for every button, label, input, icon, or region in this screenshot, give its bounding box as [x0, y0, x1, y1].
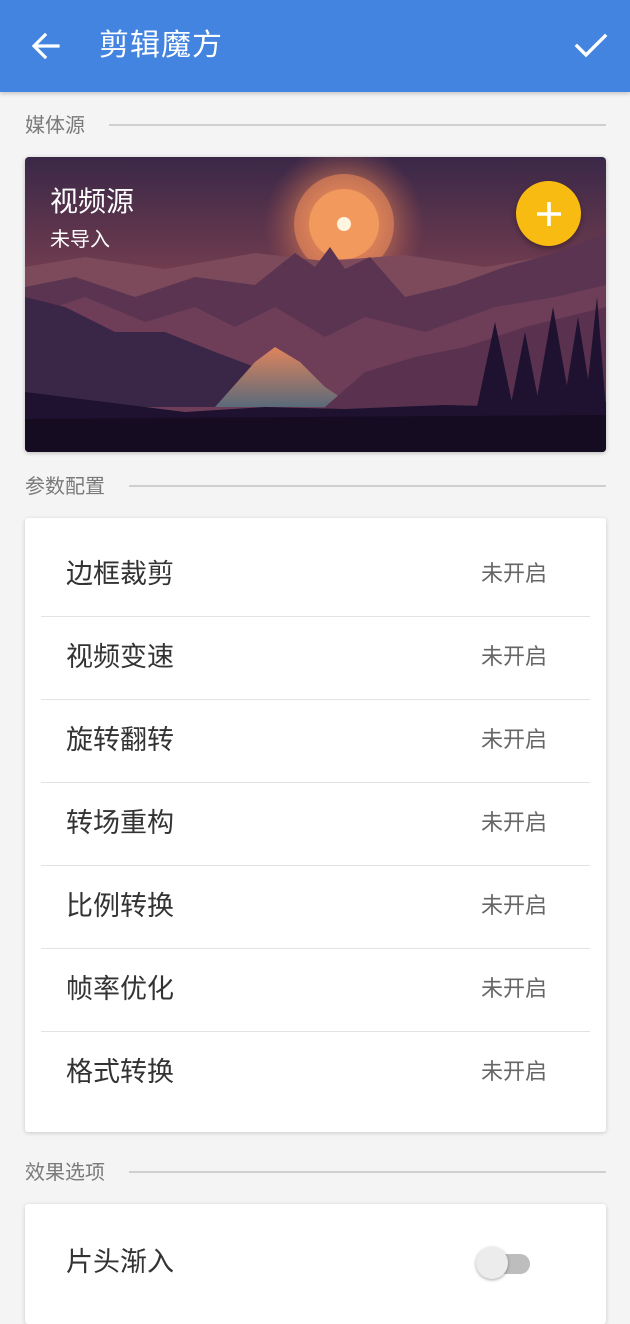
- media-section-header: 媒体源: [25, 111, 606, 139]
- param-row-format[interactable]: 格式转换 未开启: [41, 1032, 590, 1115]
- param-status: 未开启: [480, 728, 547, 753]
- add-video-button[interactable]: [516, 181, 581, 246]
- video-source-card[interactable]: 视频源 未导入: [25, 157, 606, 452]
- param-label: 视频变速: [66, 642, 174, 673]
- video-source-title: 视频源: [50, 185, 135, 218]
- params-card: 边框裁剪 未开启 视频变速 未开启 旋转翻转 未开启 转场重构 未开启 比例转换…: [25, 518, 606, 1132]
- param-status: 未开启: [480, 894, 547, 919]
- check-icon[interactable]: [572, 28, 610, 64]
- param-status: 未开启: [480, 811, 547, 836]
- plus-icon: [536, 201, 561, 226]
- page-title: 剪辑魔方: [99, 28, 223, 63]
- param-label: 边框裁剪: [66, 559, 174, 590]
- params-section-header: 参数配置: [25, 472, 606, 500]
- video-source-status: 未导入: [50, 227, 110, 251]
- param-row-speed[interactable]: 视频变速 未开启: [41, 617, 590, 700]
- arrow-left-icon[interactable]: [28, 28, 64, 64]
- param-status: 未开启: [480, 1060, 547, 1085]
- effects-section-label: 效果选项: [25, 1160, 105, 1184]
- divider: [109, 124, 606, 126]
- effects-section-header: 效果选项: [25, 1158, 606, 1186]
- param-row-aspect-ratio[interactable]: 比例转换 未开启: [41, 866, 590, 949]
- param-label: 转场重构: [66, 808, 174, 839]
- divider: [129, 1171, 606, 1173]
- app-bar: 剪辑魔方: [0, 0, 630, 92]
- param-label: 帧率优化: [66, 974, 174, 1005]
- param-status: 未开启: [480, 562, 547, 587]
- param-status: 未开启: [480, 645, 547, 670]
- param-row-rotate-flip[interactable]: 旋转翻转 未开启: [41, 700, 590, 783]
- effect-label-fade-in: 片头渐入: [66, 1247, 174, 1278]
- param-row-border-crop[interactable]: 边框裁剪 未开启: [41, 534, 590, 617]
- param-label: 格式转换: [66, 1057, 174, 1088]
- media-section-label: 媒体源: [25, 113, 85, 137]
- divider: [129, 485, 606, 487]
- params-section-label: 参数配置: [25, 474, 105, 498]
- fade-in-toggle[interactable]: [476, 1246, 532, 1280]
- param-label: 旋转翻转: [66, 725, 174, 756]
- param-row-frame-rate[interactable]: 帧率优化 未开启: [41, 949, 590, 1032]
- param-row-transition[interactable]: 转场重构 未开启: [41, 783, 590, 866]
- effects-card: 片头渐入: [25, 1204, 606, 1324]
- param-label: 比例转换: [66, 891, 174, 922]
- param-status: 未开启: [480, 977, 547, 1002]
- toggle-thumb: [476, 1247, 508, 1279]
